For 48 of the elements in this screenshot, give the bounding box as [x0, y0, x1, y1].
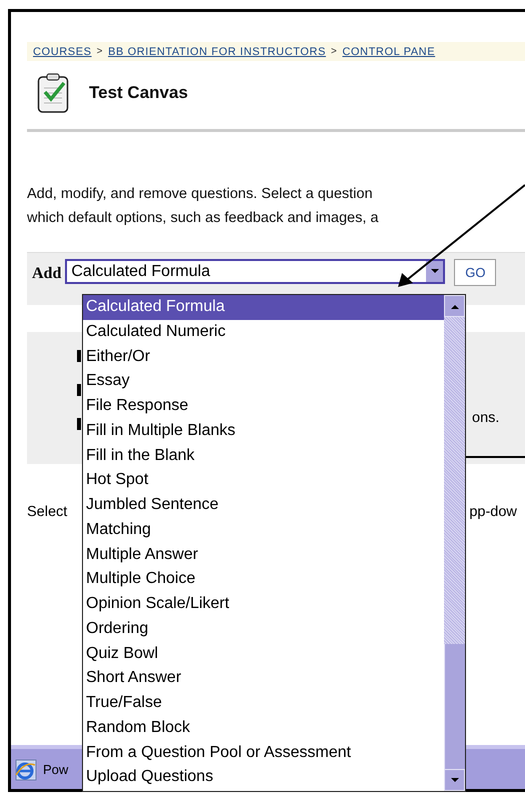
dropdown-option[interactable]: Multiple Choice — [83, 567, 444, 592]
dropdown-option[interactable]: Short Answer — [83, 666, 444, 691]
callout-line — [466, 456, 525, 458]
dropdown-option[interactable]: Essay — [83, 369, 444, 394]
dropdown-option[interactable]: Calculated Numeric — [83, 320, 444, 344]
question-type-select[interactable]: Calculated Formula — [65, 259, 446, 284]
clipboard-check-icon — [37, 72, 69, 114]
dropdown-option[interactable]: Hot Spot — [83, 468, 444, 493]
breadcrumb-separator: > — [96, 46, 104, 57]
dropdown-option[interactable]: Ordering — [83, 616, 444, 642]
bullet-icon — [77, 418, 81, 430]
breadcrumb-link[interactable]: BB ORIENTATION FOR INSTRUCTORS — [108, 46, 326, 58]
panel-text: ons. — [472, 410, 500, 426]
taskbar-item[interactable]: Pow — [11, 757, 68, 781]
dropdown-option[interactable]: Upload Questions — [83, 765, 444, 790]
instruction-text: Select — [27, 504, 68, 520]
description-text: Add, modify, and remove questions. Select a question — [27, 185, 374, 204]
dropdown-option[interactable]: Either/Or — [83, 344, 444, 370]
dropdown-option[interactable]: Opinion Scale/Likert — [83, 592, 444, 617]
page-title: Test Canvas — [89, 83, 188, 103]
description-text: which default options, such as feedback and images, a — [27, 209, 380, 228]
caret-icon — [430, 269, 439, 274]
dropdown-option[interactable]: Random Block — [83, 716, 444, 740]
dropdown-option[interactable]: Fill in the Blank — [83, 444, 444, 468]
dropdown-option[interactable]: Jumbled Sentence — [83, 493, 444, 518]
breadcrumb-separator: > — [330, 46, 338, 57]
dropdown-option[interactable]: Matching — [83, 518, 444, 542]
dropdown-option[interactable]: Fill in Multiple Blanks — [83, 418, 444, 444]
add-label: Add — [31, 264, 62, 283]
up-arrow-icon — [450, 304, 458, 308]
dropdown-option[interactable]: Calculated Formula — [83, 295, 444, 320]
dropdown-option[interactable]: Quiz Bowl — [83, 642, 444, 666]
bullet-icon — [77, 350, 81, 362]
bullet-icon — [77, 384, 81, 396]
scrollbar-thumb[interactable] — [444, 644, 465, 769]
breadcrumb-link[interactable]: COURSES — [33, 46, 92, 58]
go-button[interactable]: GO — [454, 259, 496, 286]
breadcrumb-link[interactable]: CONTROL PANE — [342, 46, 436, 58]
dropdown-option[interactable]: Multiple Answer — [83, 542, 444, 568]
dropdown-option[interactable]: File Response — [83, 394, 444, 419]
scroll-down-button[interactable] — [444, 769, 465, 791]
browser-icon — [13, 757, 37, 781]
scroll-up-button[interactable] — [444, 295, 465, 317]
instruction-text: pp-dow — [469, 504, 517, 520]
dropdown-option[interactable]: True/False — [83, 691, 444, 716]
scrollbar[interactable] — [444, 295, 465, 791]
down-arrow-icon — [450, 778, 458, 782]
dropdown-option[interactable]: From a Question Pool or Assessment — [83, 740, 444, 766]
